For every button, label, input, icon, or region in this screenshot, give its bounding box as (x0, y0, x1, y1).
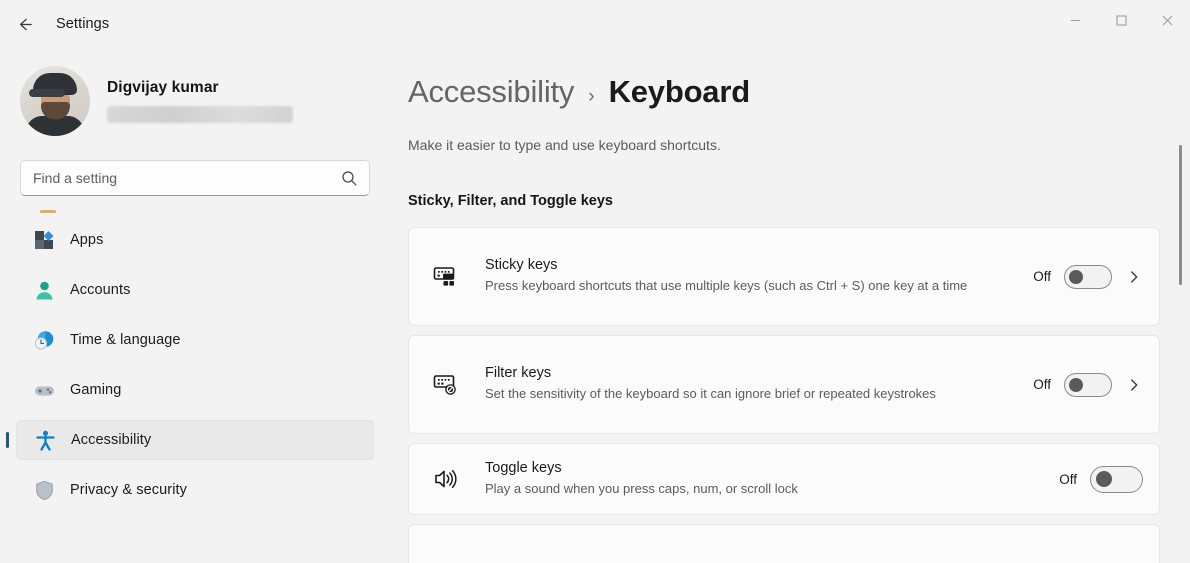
filter-keys-icon (429, 371, 463, 399)
setting-row-next-partial[interactable] (408, 524, 1160, 563)
back-button[interactable] (8, 7, 42, 41)
toggle-knob (1069, 378, 1083, 392)
setting-subtitle: Set the sensitivity of the keyboard so i… (485, 384, 985, 404)
main-content: Accessibility › Keyboard Make it easier … (390, 48, 1190, 563)
sidebar-item-accessibility[interactable]: Accessibility (16, 420, 374, 460)
page-title: Keyboard (609, 74, 750, 110)
sidebar-nav: Apps Accounts (0, 210, 390, 510)
accessibility-icon (33, 428, 57, 452)
close-icon (1162, 15, 1173, 26)
sidebar-item-label: Time & language (70, 332, 181, 348)
sidebar-item-apps[interactable]: Apps (16, 220, 374, 260)
main-scrollbar[interactable] (1174, 100, 1186, 553)
minimize-icon (1070, 15, 1081, 26)
sidebar-item-label: Privacy & security (70, 482, 187, 498)
status-badge: Off (1033, 377, 1051, 392)
close-button[interactable] (1144, 0, 1190, 40)
settings-card-list: Sticky keys Press keyboard shortcuts tha… (408, 227, 1160, 563)
app-title: Settings (56, 16, 109, 32)
chevron-right-icon[interactable] (1125, 378, 1143, 392)
sidebar-item-label: Gaming (70, 382, 121, 398)
chevron-right-icon[interactable] (1125, 270, 1143, 284)
gaming-icon (32, 378, 56, 402)
minimize-button[interactable] (1052, 0, 1098, 40)
sidebar: Digvijay kumar (0, 48, 390, 563)
breadcrumb: Accessibility › Keyboard (408, 48, 1160, 110)
title-bar: Settings (0, 0, 1190, 48)
sidebar-item-label: Accessibility (71, 432, 151, 448)
privacy-security-icon (32, 478, 56, 502)
user-profile[interactable]: Digvijay kumar (0, 48, 390, 136)
avatar (20, 66, 90, 136)
breadcrumb-parent[interactable]: Accessibility (408, 74, 574, 110)
scrollbar-thumb[interactable] (1179, 145, 1182, 285)
sidebar-item-label: Accounts (70, 282, 130, 298)
back-arrow-icon (16, 15, 35, 34)
search-box[interactable] (20, 160, 370, 196)
search-input[interactable] (21, 161, 369, 195)
sidebar-item-accounts[interactable]: Accounts (16, 270, 374, 310)
profile-name: Digvijay kumar (107, 79, 293, 97)
toggle-knob (1096, 471, 1112, 487)
setting-row-toggle-keys[interactable]: Toggle keys Play a sound when you press … (408, 443, 1160, 515)
maximize-button[interactable] (1098, 0, 1144, 40)
sidebar-item-privacy-security[interactable]: Privacy & security (16, 470, 374, 510)
profile-email-redacted (107, 106, 293, 123)
status-badge: Off (1059, 472, 1077, 487)
sticky-keys-icon (429, 263, 463, 291)
status-badge: Off (1033, 269, 1051, 284)
toggle-keys-sound-icon (429, 465, 463, 493)
setting-title: Sticky keys (485, 257, 1013, 273)
time-language-icon (32, 328, 56, 352)
sidebar-item-partial-above[interactable] (40, 210, 56, 220)
settings-window: Settings (0, 0, 1190, 563)
setting-subtitle: Play a sound when you press caps, num, o… (485, 479, 985, 499)
toggle-keys-toggle[interactable] (1090, 466, 1143, 493)
setting-title: Toggle keys (485, 460, 1039, 476)
setting-title: Filter keys (485, 365, 1013, 381)
sidebar-item-time-language[interactable]: Time & language (16, 320, 374, 360)
sticky-keys-toggle[interactable] (1064, 265, 1112, 289)
setting-row-sticky-keys[interactable]: Sticky keys Press keyboard shortcuts tha… (408, 227, 1160, 326)
toggle-knob (1069, 270, 1083, 284)
setting-row-filter-keys[interactable]: Filter keys Set the sensitivity of the k… (408, 335, 1160, 434)
section-title: Sticky, Filter, and Toggle keys (408, 193, 1160, 209)
setting-subtitle: Press keyboard shortcuts that use multip… (485, 276, 985, 296)
page-description: Make it easier to type and use keyboard … (408, 137, 1160, 153)
sidebar-item-gaming[interactable]: Gaming (16, 370, 374, 410)
apps-icon (32, 228, 56, 252)
maximize-icon (1116, 15, 1127, 26)
window-controls (1052, 0, 1190, 40)
filter-keys-toggle[interactable] (1064, 373, 1112, 397)
accounts-icon (32, 278, 56, 302)
chevron-right-icon: › (588, 86, 594, 108)
search-icon (341, 170, 358, 192)
sidebar-item-label: Apps (70, 232, 103, 248)
